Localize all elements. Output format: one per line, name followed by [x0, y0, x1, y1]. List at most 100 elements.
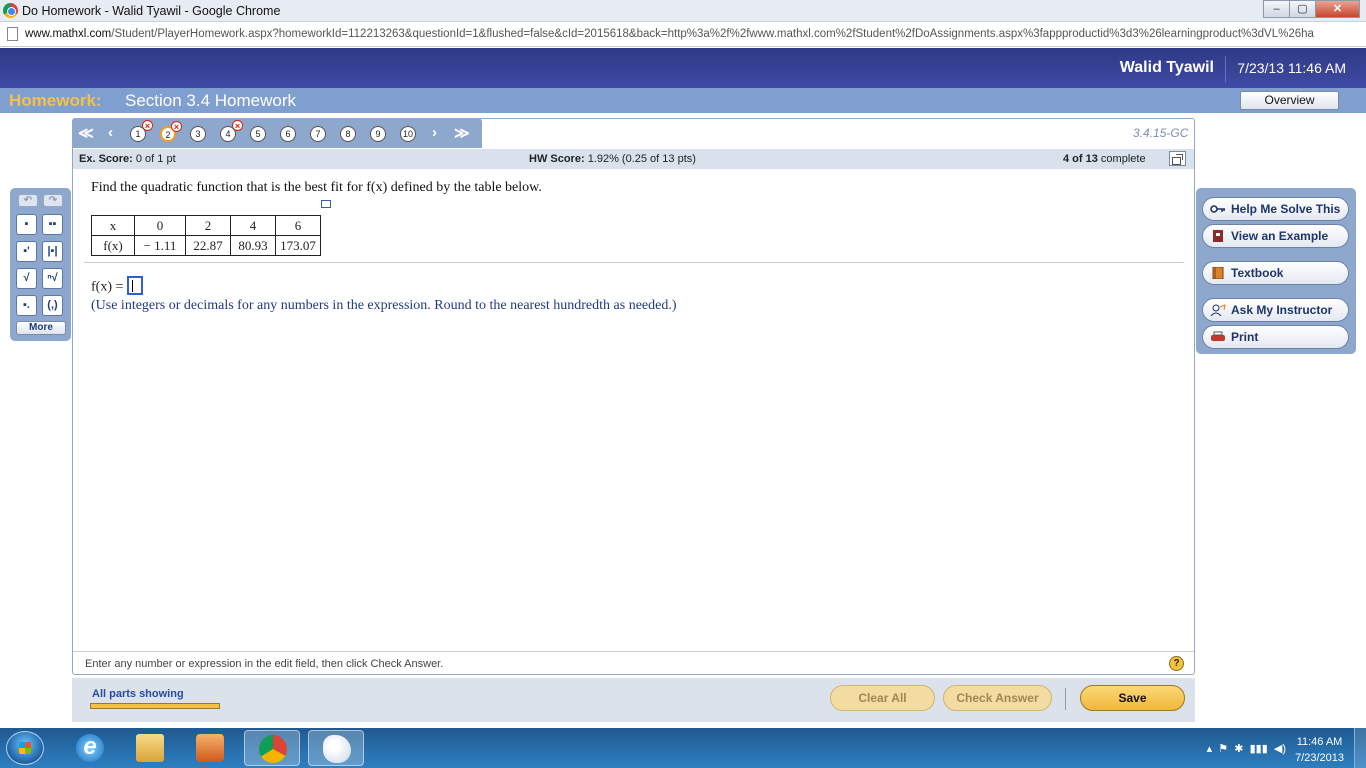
example-icon: [1213, 230, 1223, 242]
data-table: x 0 2 4 6 f(x) − 1.11 22.87 80.93 173.07: [91, 215, 321, 256]
question-10-button[interactable]: 10: [400, 126, 416, 142]
textbook-button[interactable]: Textbook: [1202, 261, 1349, 285]
question-6-button[interactable]: 6: [280, 126, 296, 142]
question-number: 9: [375, 129, 381, 139]
question-2-button[interactable]: 2 ×: [160, 121, 182, 142]
score-bar: Ex. Score: 0 of 1 pt HW Score: 1.92% (0.…: [73, 149, 1194, 169]
save-button[interactable]: Save: [1080, 685, 1185, 711]
question-number: 6: [285, 129, 291, 139]
last-question-icon[interactable]: ≫: [454, 124, 470, 142]
table-row: x 0 2 4 6: [91, 215, 321, 236]
table-cell: 80.93: [230, 235, 276, 256]
question-number: 4: [225, 129, 231, 139]
printer-icon: [1211, 331, 1225, 341]
previous-question-icon[interactable]: ‹: [108, 124, 113, 141]
overview-button[interactable]: Overview: [1240, 91, 1339, 110]
window-controls: – ▢ ✕: [1263, 0, 1360, 18]
minimize-button[interactable]: –: [1263, 0, 1290, 18]
url-path: /Student/PlayerHomework.aspx?homeworkId=…: [111, 28, 1314, 40]
button-divider: [1065, 688, 1066, 710]
question-7-button[interactable]: 7: [310, 126, 326, 142]
check-answer-button[interactable]: Check Answer: [943, 685, 1052, 711]
question-4-button[interactable]: 4 ×: [220, 120, 243, 142]
redo-icon[interactable]: ↷: [43, 194, 63, 207]
ask-instructor-label: Ask My Instructor: [1231, 303, 1333, 317]
incorrect-icon: ×: [232, 120, 243, 131]
show-desktop-button[interactable]: [1354, 728, 1366, 768]
taskbar-internet-explorer[interactable]: e: [62, 730, 118, 766]
taskbar-clock[interactable]: 11:46 AM 7/23/2013: [1295, 734, 1344, 766]
taskbar-explorer[interactable]: [122, 730, 178, 766]
parts-showing-label[interactable]: All parts showing: [92, 688, 184, 700]
square-root-icon[interactable]: √: [16, 268, 37, 289]
first-question-icon[interactable]: ≪: [78, 124, 94, 142]
question-prompt: Find the quadratic function that is the …: [91, 180, 542, 195]
clock-date: 7/23/2013: [1295, 752, 1344, 764]
subscript-icon[interactable]: ▪.: [16, 295, 37, 316]
more-tools-button[interactable]: More: [16, 321, 66, 335]
popout-icon[interactable]: [321, 200, 331, 208]
incorrect-icon: ×: [142, 120, 153, 131]
maximize-button[interactable]: ▢: [1289, 0, 1316, 18]
taskbar-media-player[interactable]: [182, 730, 238, 766]
question-1-button[interactable]: 1 ×: [130, 120, 153, 142]
table-row: f(x) − 1.11 22.87 80.93 173.07: [91, 235, 321, 256]
table-header-x: x: [91, 215, 135, 236]
absolute-value-icon[interactable]: |▪|: [42, 241, 63, 262]
close-button[interactable]: ✕: [1315, 0, 1360, 18]
nth-root-icon[interactable]: ⁿ√: [42, 268, 63, 289]
table-header-fx: f(x): [91, 235, 135, 256]
internet-explorer-icon: e: [76, 734, 104, 762]
ordered-pair-icon[interactable]: (,): [42, 295, 63, 316]
address-bar[interactable]: www.mathxl.com/Student/PlayerHomework.as…: [0, 23, 1366, 47]
question-number: 8: [345, 129, 351, 139]
taskbar-paint[interactable]: [308, 730, 364, 766]
print-label: Print: [1231, 330, 1259, 344]
question-id: 3.4.15-GC: [1133, 126, 1189, 140]
folder-icon: [136, 734, 164, 762]
answer-input[interactable]: [126, 276, 143, 295]
browser-titlebar: Do Homework - Walid Tyawil - Google Chro…: [0, 0, 1366, 22]
taskbar-chrome[interactable]: [244, 730, 300, 766]
table-cell: 22.87: [185, 235, 231, 256]
parts-progress-bar: [90, 703, 220, 709]
mixed-number-icon[interactable]: ▪▪: [42, 214, 63, 235]
system-tray[interactable]: ▴ ⚑ ✱ ▮▮▮ ◀): [1207, 742, 1286, 755]
help-icon[interactable]: ?: [1169, 656, 1184, 671]
undo-icon[interactable]: ↶: [18, 194, 38, 207]
question-navigator: ≪ ‹ 1 × 2 × 3 4 × 5 6 7 8 9 10 › ≫: [72, 118, 482, 148]
help-me-solve-label: Help Me Solve This: [1231, 202, 1341, 216]
divider: [84, 262, 1184, 263]
book-icon: [1212, 267, 1224, 279]
start-button[interactable]: [6, 731, 44, 765]
footer-hint-bar: Enter any number or expression in the ed…: [73, 651, 1194, 675]
action-bar: All parts showing Clear All Check Answer…: [72, 678, 1195, 722]
question-number: 5: [255, 129, 261, 139]
help-me-solve-button[interactable]: Help Me Solve This: [1202, 197, 1349, 221]
incorrect-icon: ×: [171, 121, 182, 132]
question-3-button[interactable]: 3: [190, 126, 206, 142]
ask-instructor-button[interactable]: Ask My Instructor: [1202, 298, 1349, 322]
view-example-button[interactable]: View an Example: [1202, 224, 1349, 248]
expand-window-icon[interactable]: [1169, 151, 1186, 166]
next-question-icon[interactable]: ›: [432, 124, 437, 141]
table-cell: 4: [230, 215, 276, 236]
math-tools-panel: ↶ ↷ ▪ ▪▪ ▪' |▪| √ ⁿ√ ▪. (,) More: [10, 188, 71, 341]
completion-label: complete: [1100, 153, 1146, 165]
homework-bar: Homework: Section 3.4 Homework Overview: [0, 88, 1366, 113]
exponent-icon[interactable]: ▪': [16, 241, 37, 262]
question-9-button[interactable]: 9: [370, 126, 386, 142]
answer-label: f(x) =: [91, 279, 124, 295]
media-player-icon: [196, 734, 224, 762]
clear-all-button[interactable]: Clear All: [830, 685, 935, 711]
key-icon: [1210, 205, 1225, 213]
question-8-button[interactable]: 8: [340, 126, 356, 142]
fraction-icon[interactable]: ▪: [16, 214, 37, 235]
question-number: 2: [165, 130, 171, 140]
print-button[interactable]: Print: [1202, 325, 1349, 349]
user-name: Walid Tyawil: [1119, 59, 1214, 76]
url-text[interactable]: www.mathxl.com/Student/PlayerHomework.as…: [25, 28, 1365, 40]
footer-hint-text: Enter any number or expression in the ed…: [85, 658, 444, 670]
question-5-button[interactable]: 5: [250, 126, 266, 142]
table-cell: − 1.11: [134, 235, 186, 256]
